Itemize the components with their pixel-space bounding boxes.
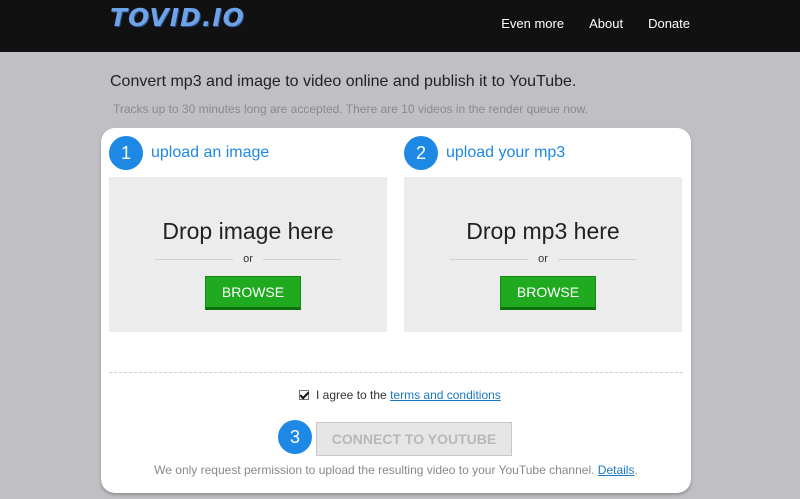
converter-card: 1 upload an image 2 upload your mp3 Drop… bbox=[101, 128, 691, 493]
page-headline: Convert mp3 and image to video online an… bbox=[110, 73, 577, 90]
terms-agreement: I agree to the terms and conditions bbox=[299, 388, 501, 402]
queue-info: Tracks up to 30 minutes long are accepte… bbox=[113, 102, 588, 116]
logo[interactable]: TOVID.IO bbox=[110, 3, 245, 32]
separator-line bbox=[262, 258, 341, 260]
details-link[interactable]: Details bbox=[598, 463, 635, 477]
separator-line bbox=[155, 258, 234, 260]
image-drop-text: Drop image here bbox=[162, 218, 334, 244]
top-bar: TOVID.IO Even more About Donate bbox=[0, 0, 800, 52]
main-nav: Even more About Donate bbox=[476, 16, 690, 31]
step-upload-mp3: 2 upload your mp3 bbox=[404, 136, 565, 170]
terms-link[interactable]: terms and conditions bbox=[390, 388, 501, 402]
or-text: or bbox=[538, 253, 548, 265]
browse-image-button[interactable]: BROWSE bbox=[205, 276, 301, 310]
permission-note: We only request permission to upload the… bbox=[101, 463, 691, 477]
nav-about[interactable]: About bbox=[589, 16, 623, 31]
step-number-2: 2 bbox=[404, 136, 438, 170]
or-text: or bbox=[243, 253, 253, 265]
or-separator: or bbox=[450, 253, 636, 265]
permission-text: We only request permission to upload the… bbox=[154, 463, 595, 477]
image-dropzone[interactable]: Drop image here or BROWSE bbox=[109, 177, 387, 332]
step-publish: 3 bbox=[278, 420, 312, 454]
or-separator: or bbox=[155, 253, 341, 265]
nav-even-more[interactable]: Even more bbox=[501, 16, 564, 31]
mp3-drop-text: Drop mp3 here bbox=[466, 218, 620, 244]
terms-prefix: I agree to the bbox=[316, 388, 387, 402]
step-label-mp3: upload your mp3 bbox=[446, 144, 566, 161]
step-number-1: 1 bbox=[109, 136, 143, 170]
mp3-dropzone[interactable]: Drop mp3 here or BROWSE bbox=[404, 177, 682, 332]
browse-mp3-button[interactable]: BROWSE bbox=[500, 276, 596, 310]
step-upload-image: 1 upload an image bbox=[109, 136, 269, 170]
section-divider bbox=[109, 372, 683, 373]
note-suffix: . bbox=[634, 463, 638, 477]
connect-youtube-button[interactable]: CONNECT TO YOUTUBE bbox=[316, 422, 512, 456]
step-label-image: upload an image bbox=[151, 144, 270, 161]
separator-line bbox=[557, 258, 636, 260]
step-number-3: 3 bbox=[278, 420, 312, 454]
separator-line bbox=[450, 258, 529, 260]
terms-checkbox[interactable] bbox=[299, 390, 309, 400]
nav-donate[interactable]: Donate bbox=[648, 16, 690, 31]
